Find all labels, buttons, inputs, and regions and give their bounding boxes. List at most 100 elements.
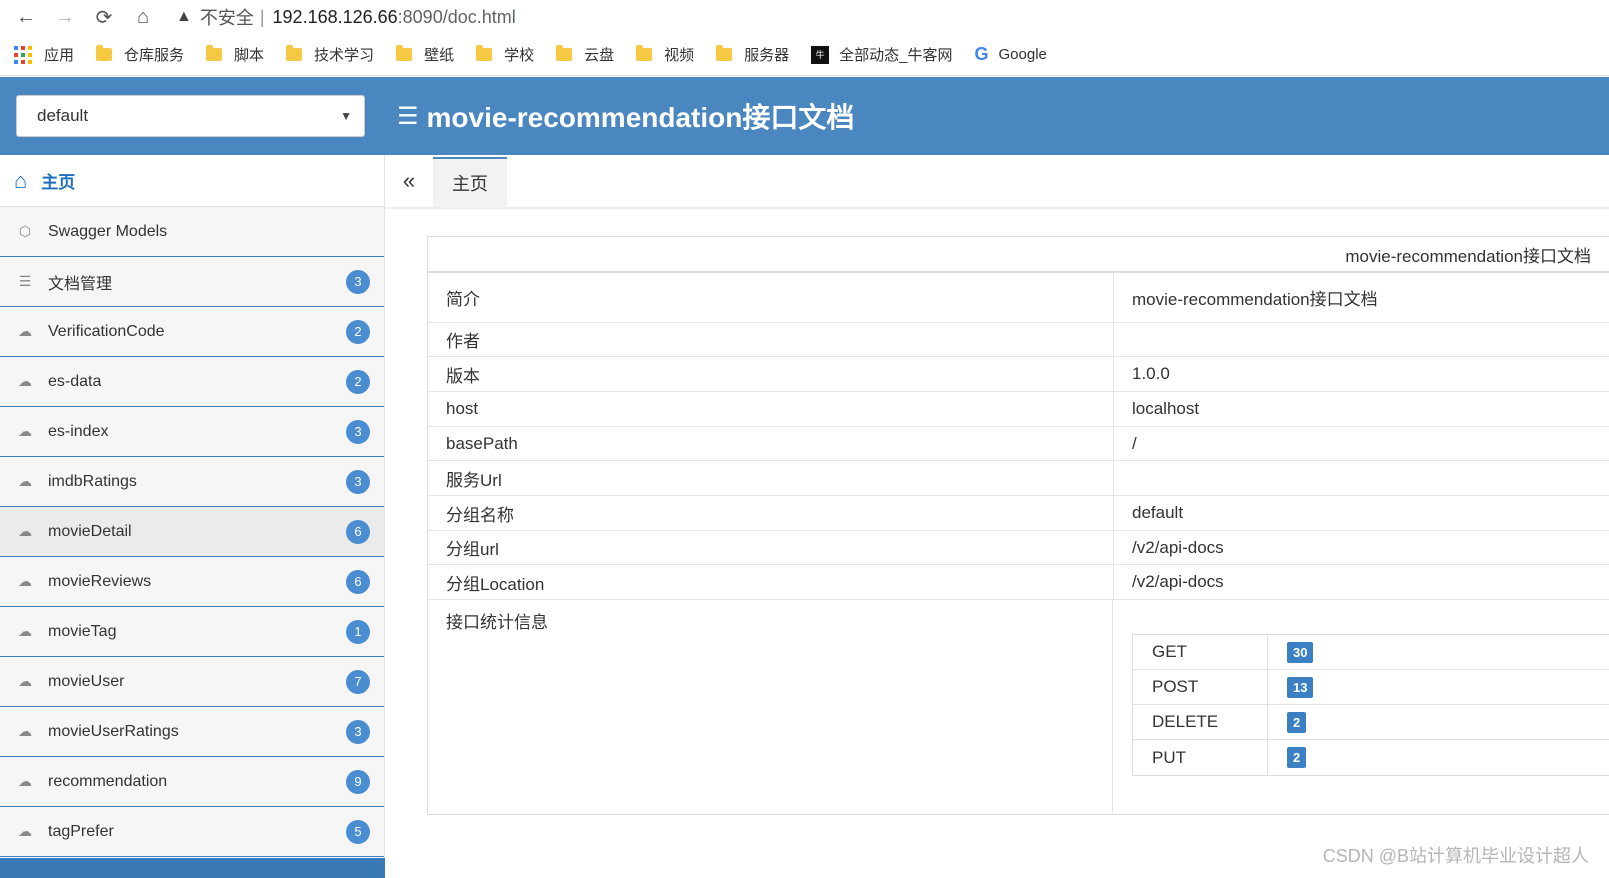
stats-row-delete: DELETE 2 [1133,705,1609,740]
stats-value: GET 30 POST 13 DELETE 2 PUT 2 [1113,600,1609,814]
tab-home[interactable]: 主页 [433,157,507,207]
doc-row-key: basePath [428,427,1114,460]
bookmark-label: 学校 [504,47,535,64]
count-badge: 3 [346,719,370,744]
bookmark-folder[interactable]: 视频 [636,44,694,65]
doc-row-value: / [1132,433,1137,453]
doc-row: basePath / [428,427,1609,461]
sidebar-item-tagprefer[interactable]: ☁ tagPrefer 5 [0,807,384,857]
page-title: ☰ movie-recommendation接口文档 [397,96,854,136]
bookmark-folder[interactable]: 壁纸 [396,44,454,65]
warning-icon: ▲ [176,8,192,25]
watermark: CSDN @B站计算机毕业设计超人 [1322,846,1589,866]
sidebar-item-label: movieUser [48,672,125,690]
bookmark-folder[interactable]: 云盘 [556,44,614,65]
bookmark-folder[interactable]: 技术学习 [286,44,374,65]
sidebar-item-moviereviews[interactable]: ☁ movieReviews 6 [0,557,384,607]
count-badge: 2 [346,369,370,394]
stats-row: 接口统计信息 GET 30 POST 13 DELETE 2 PUT 2 [428,600,1609,814]
sidebar-item-label: es-data [48,372,102,390]
sidebar-item-imdbratings[interactable]: ☁ imdbRatings 3 [0,457,384,507]
sidebar-item-es-data[interactable]: ☁ es-data 2 [0,357,384,407]
security-label: 不安全 [199,8,254,28]
sidebar-item--[interactable]: ☰ 文档管理 3 [0,257,384,307]
doc-row-value [1114,461,1609,495]
back-icon[interactable]: ← [12,3,40,31]
method-count-cell: 2 [1268,740,1609,775]
doc-row-key: 分组Location [428,565,1114,599]
sidebar-item-es-index[interactable]: ☁ es-index 3 [0,407,384,457]
count-badge: 1 [346,619,370,644]
sidebar-item-moviedetail[interactable]: ☁ movieDetail 6 [0,507,384,557]
bookmark-nowcoder[interactable]: 牛全部动态_牛客网 [811,44,952,65]
count-badge: 3 [346,269,370,294]
http-method: GET [1133,635,1268,669]
sidebar-item-recommendation[interactable]: ☁ recommendation 9 [0,757,384,807]
sidebar-item-movieuser[interactable]: ☁ movieUser 7 [0,657,384,707]
doc-row: 服务Url [428,461,1609,496]
doc-row-value: 1.0.0 [1132,364,1170,383]
method-count-badge: 2 [1287,747,1307,768]
folder-icon [716,45,733,61]
address-separator: | [259,6,265,27]
doc-row: 版本 1.0.0 [428,357,1609,392]
menu-toggle-icon[interactable]: ☰ [397,102,419,131]
doc-row-key: 简介 [428,273,1114,322]
count-badge: 9 [346,769,370,794]
bookmark-folder[interactable]: 仓库服务 [96,44,184,65]
doc-row: 分组url/v2/api-docs [428,531,1609,565]
api-cloud-icon: ☁ [18,473,32,489]
count-badge: 6 [346,519,370,544]
method-count-cell: 30 [1268,635,1609,669]
sidebar-item-movietag[interactable]: ☁ movieTag 1 [0,607,384,657]
page-title-text: movie-recommendation接口文档 [426,102,855,133]
sidebar-item-label: es-index [48,422,109,440]
bookmark-folder[interactable]: 服务器 [716,44,789,65]
sidebar-item-label: imdbRatings [48,472,137,490]
group-select[interactable]: default ▼ [16,95,365,137]
method-count-cell: 13 [1268,670,1609,704]
sidebar-item-label: tagPrefer [48,822,114,840]
chevron-down-icon: ▼ [340,109,352,123]
bookmark-label: 云盘 [584,47,615,64]
api-cloud-icon: ☁ [18,523,32,539]
stats-row-post: POST 13 [1133,670,1609,705]
bookmark-folder[interactable]: 学校 [476,44,534,65]
stats-label: 接口统计信息 [428,600,1113,814]
address-bar[interactable]: ▲ 不安全 | 192.168.126.66:8090/doc.html [176,2,516,32]
count-badge: 2 [346,319,370,344]
method-count-badge: 2 [1287,711,1307,733]
sidebar-item-swagger-models[interactable]: ⬡ Swagger Models [0,207,384,257]
url-host: 192.168.126.66 [272,6,398,27]
tab-bar: « 主页 [385,155,1609,209]
sidebar-item-label: movieUserRatings [48,722,179,740]
document-settings-icon: ☰ [18,273,32,289]
doc-row-key: 作者 [428,323,1114,356]
sidebar-item-home[interactable]: ⌂ 主页 [0,155,384,207]
bookmark-folder[interactable]: 脚本 [206,44,264,65]
collapse-sidebar-icon[interactable]: « [385,155,433,207]
sidebar-item-verificationcode[interactable]: ☁ VerificationCode 2 [0,307,384,357]
bookmark-apps[interactable]: 应用 [14,44,74,65]
sidebar-item-label: movieTag [48,622,117,640]
count-badge: 3 [346,419,370,444]
sidebar-item-movieuserratings[interactable]: ☁ movieUserRatings 3 [0,707,384,757]
api-cloud-icon: ☁ [18,423,32,439]
bookmark-google[interactable]: G Google [974,44,1046,65]
stats-row-put: PUT 2 [1133,740,1609,775]
api-cloud-icon: ☁ [18,573,32,589]
doc-info-table: movie-recommendation接口文档 简介 movie-recomme… [427,236,1609,815]
doc-heading: movie-recommendation接口文档 [428,237,1609,273]
doc-row-key: 服务Url [428,461,1114,495]
folder-icon [556,45,573,61]
api-cloud-icon: ☁ [18,723,32,739]
bookmark-label: 仓库服务 [124,47,185,64]
home-icon[interactable]: ⌂ [129,3,157,31]
doc-row-value: /v2/api-docs [1132,572,1224,591]
forward-icon[interactable]: → [51,3,79,31]
sidebar: ⌂ 主页 ⬡ Swagger Models ☰ 文档管理 3 ☁ VerificationC… [0,155,385,878]
count-badge: 7 [346,669,370,694]
reload-icon[interactable]: ⟳ [90,3,118,31]
sidebar-item-label: recommendation [48,772,168,790]
http-method: POST [1133,670,1268,704]
